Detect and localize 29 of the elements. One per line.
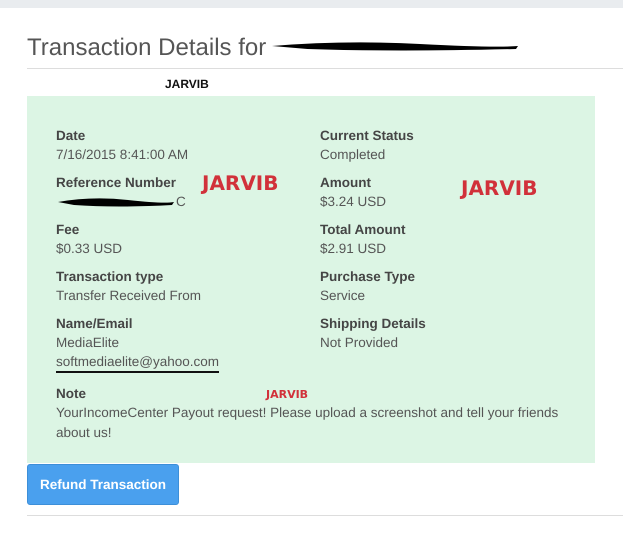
refund-button[interactable]: Refund Transaction: [27, 464, 180, 505]
field-value: Not Provided: [320, 334, 398, 352]
note-text: YourIncomeCenter Payout request! Please upload a screenshot and tell your friends about us!: [56, 404, 560, 442]
field-label: Fee: [56, 221, 80, 239]
watermark-text: JARVIB: [266, 388, 308, 401]
field-label: Purchase Type: [320, 268, 416, 286]
field-value: $3.24 USD: [320, 193, 386, 211]
field-label: Total Amount: [320, 221, 406, 239]
field-label: Transaction type: [56, 268, 164, 286]
watermark-text: JARVIB: [165, 77, 210, 91]
field-label: Reference Number: [56, 174, 176, 192]
field-value: MediaElite: [56, 334, 120, 352]
field-value: $2.91 USD: [320, 240, 386, 258]
field-label: Amount: [320, 174, 371, 192]
page-title: Transaction Details for: [27, 34, 266, 62]
watermark-text: JARVIB: [461, 176, 538, 200]
field-value: $0.33 USD: [56, 240, 122, 258]
watermark-text: JARVIB: [202, 171, 278, 195]
field-label: Note: [56, 385, 86, 403]
field-label: Name/Email: [56, 315, 133, 333]
field-value: C: [176, 193, 186, 211]
field-label: Current Status: [320, 127, 414, 145]
field-value: Service: [320, 287, 366, 305]
field-label: Shipping Details: [320, 315, 426, 333]
field-label: Date: [56, 127, 86, 145]
field-value: 7/16/2015 8:41:00 AM: [56, 146, 188, 164]
field-value: softmediaelite@yahoo.com: [56, 352, 220, 373]
field-value: Transfer Received From: [56, 287, 202, 305]
field-value: Completed: [320, 146, 386, 164]
